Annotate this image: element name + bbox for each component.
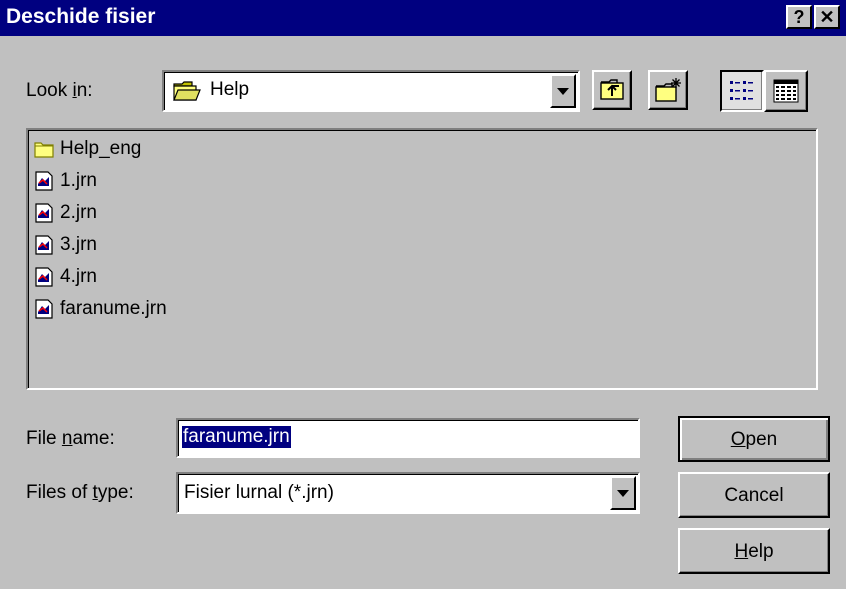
- file-name: Help_eng: [60, 138, 142, 159]
- window-title: Deschide fisier: [6, 5, 156, 28]
- open-button[interactable]: Open: [678, 416, 830, 462]
- file-name: 2.jrn: [60, 202, 97, 223]
- files-of-type-dropdown-arrow[interactable]: [610, 476, 636, 510]
- list-item-folder[interactable]: Help_eng: [34, 134, 141, 164]
- look-in-label: Look in:: [26, 80, 93, 101]
- help-button[interactable]: Help: [678, 528, 830, 574]
- open-folder-icon: [173, 81, 201, 101]
- cancel-button[interactable]: Cancel: [678, 472, 830, 518]
- close-icon: ✕: [819, 7, 835, 27]
- up-one-level-button[interactable]: [592, 70, 632, 110]
- journal-file-icon: [35, 203, 53, 223]
- files-of-type-combo[interactable]: Fisier lurnal (*.jrn): [176, 472, 640, 514]
- details-view-icon: [773, 79, 799, 103]
- open-file-dialog: Deschide fisier ? ✕ Look in: Help Help_e…: [0, 0, 846, 589]
- create-new-folder-button[interactable]: [648, 70, 688, 110]
- list-item-file[interactable]: 2.jrn: [34, 198, 97, 228]
- details-view-button[interactable]: [764, 70, 808, 112]
- list-item-file[interactable]: 1.jrn: [34, 166, 97, 196]
- file-name-value: faranume.jrn: [182, 426, 291, 448]
- close-button[interactable]: ✕: [814, 5, 840, 29]
- folder-icon: [34, 142, 54, 158]
- list-item-file[interactable]: 4.jrn: [34, 262, 97, 292]
- help-caption-button[interactable]: ?: [786, 5, 812, 29]
- files-of-type-label: Files of type:: [26, 482, 134, 503]
- list-item-file[interactable]: 3.jrn: [34, 230, 97, 260]
- list-view-icon: [730, 81, 753, 100]
- file-name: 1.jrn: [60, 170, 97, 191]
- question-mark-icon: ?: [793, 7, 805, 27]
- file-name: 3.jrn: [60, 234, 97, 255]
- new-folder-icon: [655, 78, 681, 102]
- title-bar[interactable]: Deschide fisier ? ✕: [0, 0, 846, 36]
- look-in-combo[interactable]: Help: [162, 70, 580, 112]
- list-view-button[interactable]: [720, 70, 764, 112]
- file-list[interactable]: Help_eng 1.jrn 2.jrn 3.jrn 4.jrn faranum…: [26, 128, 818, 390]
- list-item-file[interactable]: faranume.jrn: [34, 294, 167, 324]
- journal-file-icon: [35, 299, 53, 319]
- look-in-value: Help: [210, 79, 250, 100]
- file-name-label: File name:: [26, 428, 115, 449]
- look-in-dropdown-arrow[interactable]: [550, 74, 576, 108]
- up-one-level-icon: [600, 79, 624, 100]
- file-name-input[interactable]: faranume.jrn: [176, 418, 640, 458]
- journal-file-icon: [35, 235, 53, 255]
- file-name: 4.jrn: [60, 266, 97, 287]
- files-of-type-value: Fisier lurnal (*.jrn): [184, 482, 334, 503]
- file-name: faranume.jrn: [60, 298, 167, 319]
- journal-file-icon: [35, 171, 53, 191]
- journal-file-icon: [35, 267, 53, 287]
